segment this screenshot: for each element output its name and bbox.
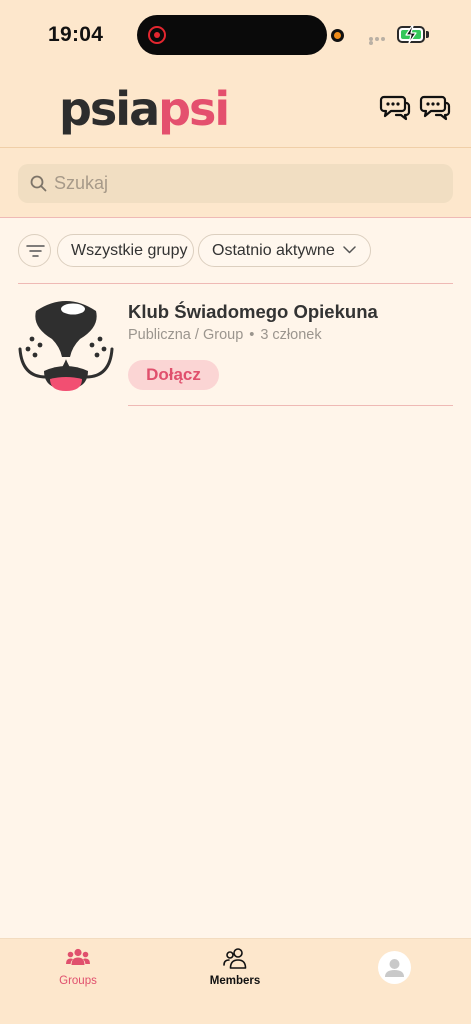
divider — [128, 405, 453, 406]
chevron-down-icon — [343, 246, 356, 254]
tab-groups-label: Groups — [59, 975, 97, 987]
group-privacy: Publiczna / Group — [128, 327, 244, 343]
tab-bar: Groups Members — [0, 938, 471, 1024]
tab-groups[interactable]: Groups — [23, 939, 133, 999]
recording-icon — [148, 26, 166, 44]
battery-charging-icon — [397, 25, 429, 44]
all-groups-chip[interactable]: Wszystkie grupy — [57, 234, 194, 267]
app-screen: 19:04 psiapsi Szukaj Wszystkie grupy Ost… — [0, 0, 471, 1024]
tab-members[interactable]: Members — [180, 939, 290, 999]
status-time: 19:04 — [48, 23, 104, 46]
filter-row: Wszystkie grupy Ostatnio aktywne — [0, 234, 471, 267]
tab-profile[interactable] — [340, 939, 450, 999]
groups-icon — [66, 948, 90, 965]
filter-button[interactable] — [18, 234, 51, 267]
all-groups-label: Wszystkie grupy — [71, 242, 188, 259]
chat-icon[interactable] — [379, 94, 411, 122]
join-button[interactable]: Dołącz — [128, 360, 219, 390]
search-box[interactable] — [18, 164, 453, 203]
group-member-count: 3 członek — [260, 327, 322, 343]
camera-indicator-icon — [331, 29, 344, 42]
sort-label: Ostatnio aktywne — [212, 242, 335, 259]
search-icon — [30, 175, 47, 192]
app-header: psiapsi — [0, 70, 471, 148]
tab-members-label: Members — [209, 975, 261, 987]
group-meta: Publiczna / Group • 3 członek — [128, 327, 322, 343]
sort-dropdown[interactable]: Ostatnio aktywne — [198, 234, 371, 267]
members-icon — [223, 948, 247, 969]
group-name[interactable]: Klub Świadomego Opiekuna — [128, 301, 378, 323]
psiapsi-logo[interactable]: psiapsi — [59, 84, 230, 134]
user-icon — [385, 959, 404, 977]
profile-avatar — [378, 951, 411, 984]
group-list-item[interactable]: Klub Świadomego Opiekuna Publiczna / Gro… — [18, 283, 453, 406]
search-input[interactable] — [54, 164, 444, 203]
signal-icon — [369, 37, 391, 45]
dog-face-avatar — [18, 301, 114, 391]
status-bar: 19:04 — [0, 0, 471, 70]
search-section — [0, 148, 471, 218]
filter-icon — [26, 245, 45, 257]
meta-separator: • — [249, 327, 255, 343]
messages-icon[interactable] — [419, 94, 451, 122]
dynamic-island — [137, 15, 327, 55]
